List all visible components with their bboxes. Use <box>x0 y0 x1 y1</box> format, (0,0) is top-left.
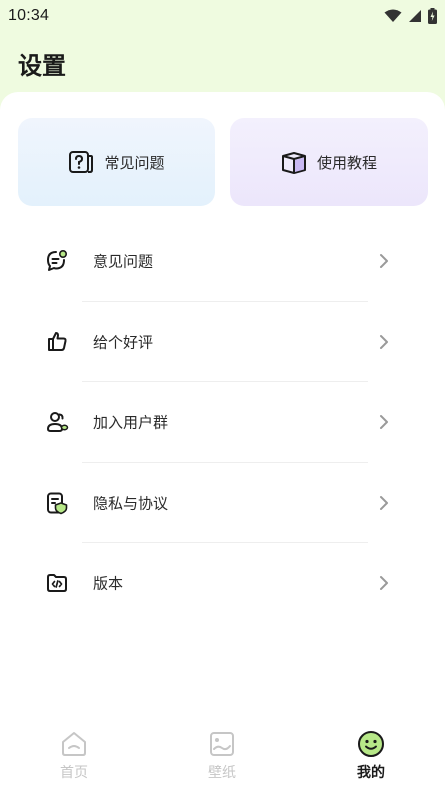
menu-item-version[interactable]: 版本 <box>0 543 445 624</box>
chat-bubble-icon <box>45 249 69 273</box>
chevron-right-icon <box>380 334 388 349</box>
nav-mine[interactable]: 我的 <box>326 730 416 782</box>
nav-home[interactable]: 首页 <box>29 730 119 782</box>
menu-label-privacy: 隐私与协议 <box>93 494 169 513</box>
menu-label-join-group: 加入用户群 <box>93 413 169 432</box>
shield-document-icon <box>45 491 69 515</box>
faq-card[interactable]: 常见问题 <box>18 118 215 206</box>
home-icon <box>62 732 86 756</box>
menu-item-feedback[interactable]: 意见问题 <box>0 221 445 302</box>
user-group-icon <box>45 410 69 434</box>
faq-label: 常见问题 <box>104 153 165 172</box>
wifi-icon <box>384 9 402 22</box>
chevron-right-icon <box>380 254 388 269</box>
nav-label-wallpaper: 壁纸 <box>208 765 236 781</box>
nav-label-home: 首页 <box>60 765 88 781</box>
menu-label-rate: 给个好评 <box>93 333 154 352</box>
chevron-right-icon <box>380 576 388 591</box>
page-title: 设置 <box>18 52 66 80</box>
menu-item-rate[interactable]: 给个好评 <box>0 302 445 382</box>
tutorial-card[interactable]: 使用教程 <box>230 118 428 206</box>
bottom-nav: 首页 壁纸 我的 <box>0 720 445 791</box>
nav-label-mine: 我的 <box>357 765 385 781</box>
smiley-icon <box>358 731 384 757</box>
code-folder-icon <box>45 571 69 595</box>
question-book-icon <box>69 151 94 173</box>
menu-label-version: 版本 <box>93 574 124 593</box>
menu-item-join-group[interactable]: 加入用户群 <box>0 382 445 463</box>
status-icons <box>384 8 437 24</box>
status-time: 10:34 <box>8 7 50 24</box>
wallpaper-icon <box>210 732 234 756</box>
signal-icon <box>409 10 421 22</box>
menu-label-feedback: 意见问题 <box>93 252 154 271</box>
thumbs-up-icon <box>45 330 69 354</box>
battery-icon <box>428 8 437 24</box>
chevron-right-icon <box>380 495 388 510</box>
chevron-right-icon <box>380 415 388 430</box>
menu-item-privacy[interactable]: 隐私与协议 <box>0 463 445 543</box>
settings-menu: 意见问题 给个好评 加入用户群 隐私与协议 版本 <box>0 221 445 624</box>
open-book-icon <box>281 152 306 174</box>
nav-wallpaper[interactable]: 壁纸 <box>177 730 267 782</box>
tutorial-label: 使用教程 <box>316 153 377 172</box>
status-bar: 10:34 <box>0 0 445 32</box>
